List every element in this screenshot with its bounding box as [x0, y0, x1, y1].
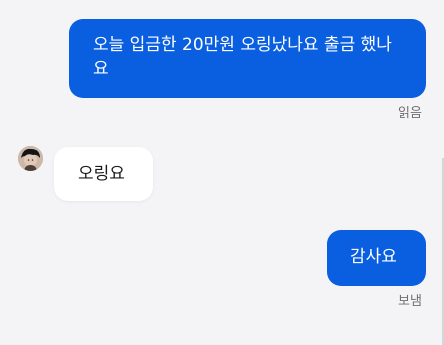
sent-message-bubble[interactable]: 오늘 입금한 20만원 오링났나요 출금 했나요	[69, 19, 426, 98]
avatar-image	[18, 146, 43, 171]
message-read-status: 읽음	[398, 106, 422, 121]
message-text: 감사요	[350, 247, 397, 267]
chat-message-list: 오늘 입금한 20만원 오링났나요 출금 했나요 읽음 오링요 감사요 보냄	[0, 0, 444, 345]
message-text: 오늘 입금한 20만원 오링났나요 출금 했나요	[93, 35, 392, 79]
received-message-bubble[interactable]: 오링요	[54, 147, 153, 201]
message-sent-status: 보냄	[398, 294, 422, 309]
user-avatar-icon[interactable]	[18, 146, 43, 171]
message-text: 오링요	[78, 164, 125, 184]
sent-message-bubble[interactable]: 감사요	[327, 230, 426, 286]
